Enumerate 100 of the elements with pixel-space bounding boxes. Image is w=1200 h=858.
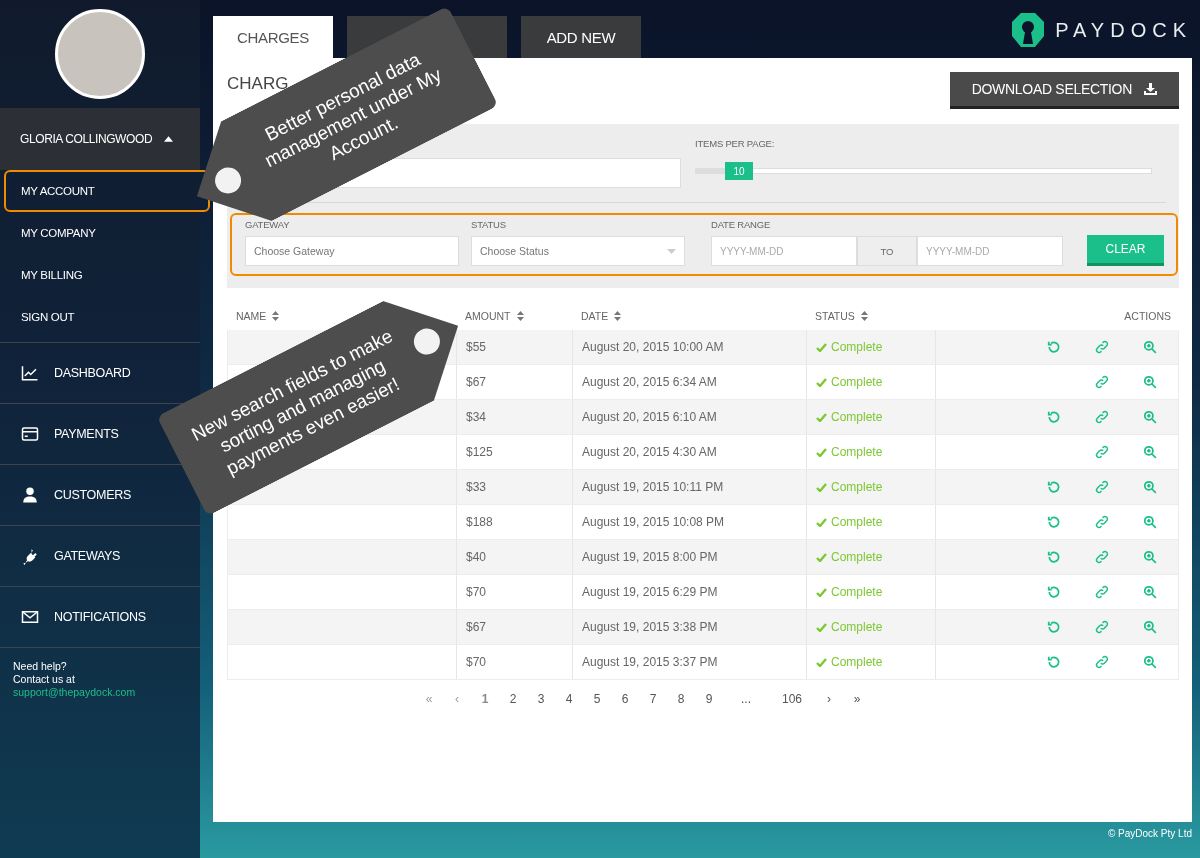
amount-cell: $67 [457,610,573,644]
link-button[interactable] [1095,445,1109,459]
zoom-button[interactable] [1143,655,1157,669]
gateway-label: GATEWAY [245,219,291,230]
gateway-select[interactable]: Choose Gateway [245,236,459,266]
user-icon [20,486,40,504]
nav-item[interactable]: NOTIFICATIONS [0,587,200,648]
date-range-label: DATE RANGE [711,219,772,230]
link-button[interactable] [1095,585,1109,599]
refund-button[interactable] [1047,340,1061,354]
status-complete: Complete [816,410,883,424]
zoom-button[interactable] [1143,445,1157,459]
refund-button[interactable] [1047,480,1061,494]
zoom-button[interactable] [1143,620,1157,634]
date-to-field[interactable]: YYYY-MM-DD [917,236,1063,266]
page-link[interactable]: 3 [527,692,555,706]
date-cell: August 20, 2015 10:00 AM [573,330,807,364]
amount-cell: $125 [457,435,573,469]
zoom-button[interactable] [1143,550,1157,564]
zoom-button[interactable] [1143,410,1157,424]
page-link[interactable]: 7 [639,692,667,706]
sort-icon [516,311,524,321]
column-header[interactable]: DATE [572,310,622,322]
link-button[interactable] [1095,515,1109,529]
sort-icon [614,311,622,321]
sort-icon [272,311,280,321]
mail-icon [20,608,40,626]
amount-cell: $70 [457,645,573,679]
zoom-button[interactable] [1143,585,1157,599]
date-cell: August 19, 2015 3:38 PM [573,610,807,644]
user-menu-toggle[interactable]: GLORIA COLLINGWOOD [0,108,200,170]
date-cell: August 20, 2015 6:34 AM [573,365,807,399]
link-button[interactable] [1095,340,1109,354]
status-complete: Complete [816,375,883,389]
status-complete: Complete [816,655,883,669]
check-icon [816,552,827,562]
download-selection-button[interactable]: DOWNLOAD SELECTION [949,72,1179,109]
page-link[interactable]: ... [723,692,769,706]
status-complete: Complete [816,340,883,354]
check-icon [816,517,827,527]
date-cell: August 19, 2015 10:11 PM [573,470,807,504]
check-icon [816,342,827,352]
page-link[interactable]: 9 [695,692,723,706]
link-button[interactable] [1095,620,1109,634]
link-button[interactable] [1095,550,1109,564]
copyright-text: © PayDock Pty Ltd [1107,828,1192,839]
status-complete: Complete [816,550,883,564]
column-header: ACTIONS [1123,310,1172,322]
zoom-button[interactable] [1143,515,1157,529]
amount-cell: $33 [457,470,573,504]
page-link[interactable]: 2 [499,692,527,706]
items-per-page-label: ITEMS PER PAGE: [695,138,776,149]
refund-button[interactable] [1047,515,1061,529]
status-complete: Complete [816,515,883,529]
logo-text: PAYDOCK [1055,18,1192,42]
status-select[interactable]: Choose Status [471,236,685,266]
page-link[interactable]: 8 [667,692,695,706]
check-icon [816,587,827,597]
tab[interactable]: ADD NEW [521,16,641,58]
page-link[interactable]: › [815,692,843,706]
refund-button[interactable] [1047,550,1061,564]
date-cell: August 19, 2015 8:00 PM [573,540,807,574]
zoom-button[interactable] [1143,340,1157,354]
page-link[interactable]: 6 [611,692,639,706]
page-link[interactable]: » [843,692,871,706]
link-button[interactable] [1095,480,1109,494]
date-cell: August 20, 2015 6:10 AM [573,400,807,434]
zoom-button[interactable] [1143,480,1157,494]
refund-button[interactable] [1047,585,1061,599]
link-button[interactable] [1095,410,1109,424]
refund-button[interactable] [1047,410,1061,424]
column-header[interactable]: STATUS [806,310,868,322]
sort-icon [860,311,868,321]
link-button[interactable] [1095,375,1109,389]
link-button[interactable] [1095,655,1109,669]
amount-cell: $40 [457,540,573,574]
tab[interactable]: CHARGES [213,16,333,58]
page-title: CHARG [227,74,289,94]
page-link[interactable]: 5 [583,692,611,706]
nav-item[interactable]: GATEWAYS [0,526,200,587]
to-label: TO [857,236,917,266]
page-link[interactable]: 4 [555,692,583,706]
zoom-button[interactable] [1143,375,1157,389]
date-cell: August 19, 2015 10:08 PM [573,505,807,539]
column-header[interactable]: NAME [227,310,280,322]
dropdown-caret-icon [667,248,676,254]
status-complete: Complete [816,585,883,599]
refund-button[interactable] [1047,620,1061,634]
page-link[interactable]: 106 [769,692,815,706]
refund-button[interactable] [1047,655,1061,669]
download-icon [1144,83,1157,95]
support-email-link[interactable]: support@thepaydock.com [13,686,187,699]
logo-icon [1011,12,1046,48]
amount-cell: $70 [457,575,573,609]
check-icon [816,482,827,492]
date-from-field[interactable]: YYYY-MM-DD [711,236,857,266]
contact-text: Contact us at [13,673,76,686]
amount-cell: $188 [457,505,573,539]
credit-card-icon [20,425,40,443]
check-icon [816,412,827,422]
